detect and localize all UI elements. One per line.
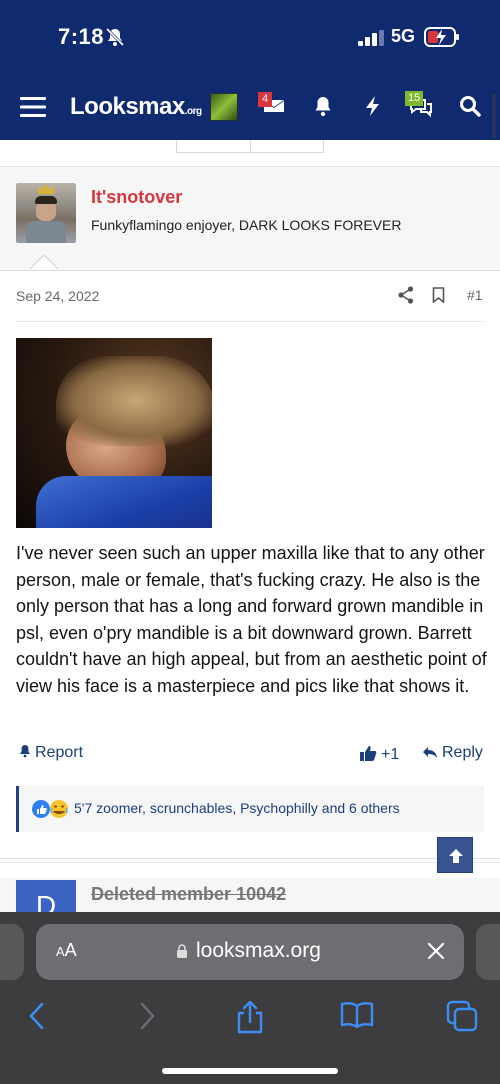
next-tab-preview[interactable]: [476, 924, 500, 980]
author-name[interactable]: It'snotover: [91, 187, 182, 208]
reactions-bar[interactable]: 5'7 zoomer, scrunchables, Psychophilly a…: [16, 786, 484, 832]
report-button[interactable]: Report: [18, 744, 83, 762]
back-icon[interactable]: [27, 1000, 47, 1032]
aa-small: A: [56, 944, 65, 959]
reader-settings-button[interactable]: AA: [56, 940, 77, 961]
report-label: Report: [35, 744, 84, 761]
reply-icon: [423, 747, 437, 758]
author-avatar[interactable]: [16, 183, 76, 243]
reaction-emojis-icon: [32, 800, 68, 818]
browser-toolbar: [0, 996, 500, 1036]
battery-charging-icon: [424, 27, 459, 47]
address-bar[interactable]: AA looksmax.org: [36, 924, 464, 980]
reply-button[interactable]: Reply: [422, 744, 483, 762]
reactions-text: 5'7 zoomer, scrunchables, Psychophilly a…: [74, 800, 400, 816]
forward-icon[interactable]: [137, 1000, 157, 1032]
tabs-icon[interactable]: [446, 1000, 478, 1032]
crown-icon: [38, 184, 54, 194]
bookmark-icon[interactable]: [432, 287, 445, 303]
scroll-to-top-button[interactable]: [437, 837, 473, 873]
bookmarks-icon[interactable]: [340, 1000, 374, 1030]
signal-icon: [358, 30, 384, 46]
pagination-stub: [176, 140, 324, 153]
post-author-block: It'snotover Funkyflamingo enjoyer, DARK …: [0, 167, 500, 271]
close-icon[interactable]: [426, 941, 446, 961]
logo-suffix: .org: [184, 106, 202, 117]
thumbs-up-icon: [360, 746, 377, 761]
previous-tab-preview[interactable]: [0, 924, 24, 980]
post-body: I've never seen such an upper maxilla li…: [16, 543, 487, 696]
site-logo[interactable]: Looksmax.org: [70, 93, 202, 121]
author-title: Funkyflamingo enjoyer, DARK LOOKS FOREVE…: [91, 217, 402, 233]
post-number[interactable]: #1: [467, 287, 483, 303]
post-date[interactable]: Sep 24, 2022: [16, 288, 99, 304]
divider: [16, 321, 484, 322]
next-author-name[interactable]: Deleted member 10042: [91, 884, 286, 905]
network-type: 5G: [391, 26, 416, 46]
post-actions-row: Report +1 Reply: [16, 744, 484, 766]
arrow-up-icon: [449, 849, 463, 863]
home-indicator: [162, 1068, 338, 1074]
bell-icon[interactable]: [311, 94, 335, 118]
lock-icon: [177, 944, 187, 958]
aa-large: A: [64, 940, 77, 960]
divider: [0, 862, 500, 863]
reply-label: Reply: [442, 744, 483, 761]
top-header: 7:18 5G Looksmax.org 4 15: [0, 0, 500, 140]
inbox-badge: 4: [258, 92, 272, 107]
bell-icon: [20, 745, 30, 758]
status-bar: 7:18 5G: [0, 0, 500, 74]
share-icon[interactable]: [398, 286, 414, 304]
like-count: +1: [381, 746, 400, 763]
hamburger-menu-icon[interactable]: [20, 95, 46, 119]
bell-off-icon: [105, 27, 125, 47]
browser-bottom-bar: AA looksmax.org: [0, 912, 500, 1084]
share-icon[interactable]: [235, 1000, 265, 1034]
post-image[interactable]: [16, 338, 212, 528]
like-button[interactable]: +1: [359, 744, 399, 764]
url-text[interactable]: looksmax.org: [196, 939, 321, 963]
status-time: 7:18: [58, 24, 105, 49]
site-navbar: Looksmax.org 4 15: [0, 84, 500, 138]
account-avatar[interactable]: [210, 93, 238, 121]
search-icon[interactable]: [458, 94, 482, 118]
header-scrollbar: [492, 94, 496, 138]
conversations-badge: 15: [405, 91, 424, 106]
lightning-icon[interactable]: [361, 94, 385, 118]
divider: [0, 858, 500, 859]
logo-text: Looksmax: [70, 93, 185, 120]
